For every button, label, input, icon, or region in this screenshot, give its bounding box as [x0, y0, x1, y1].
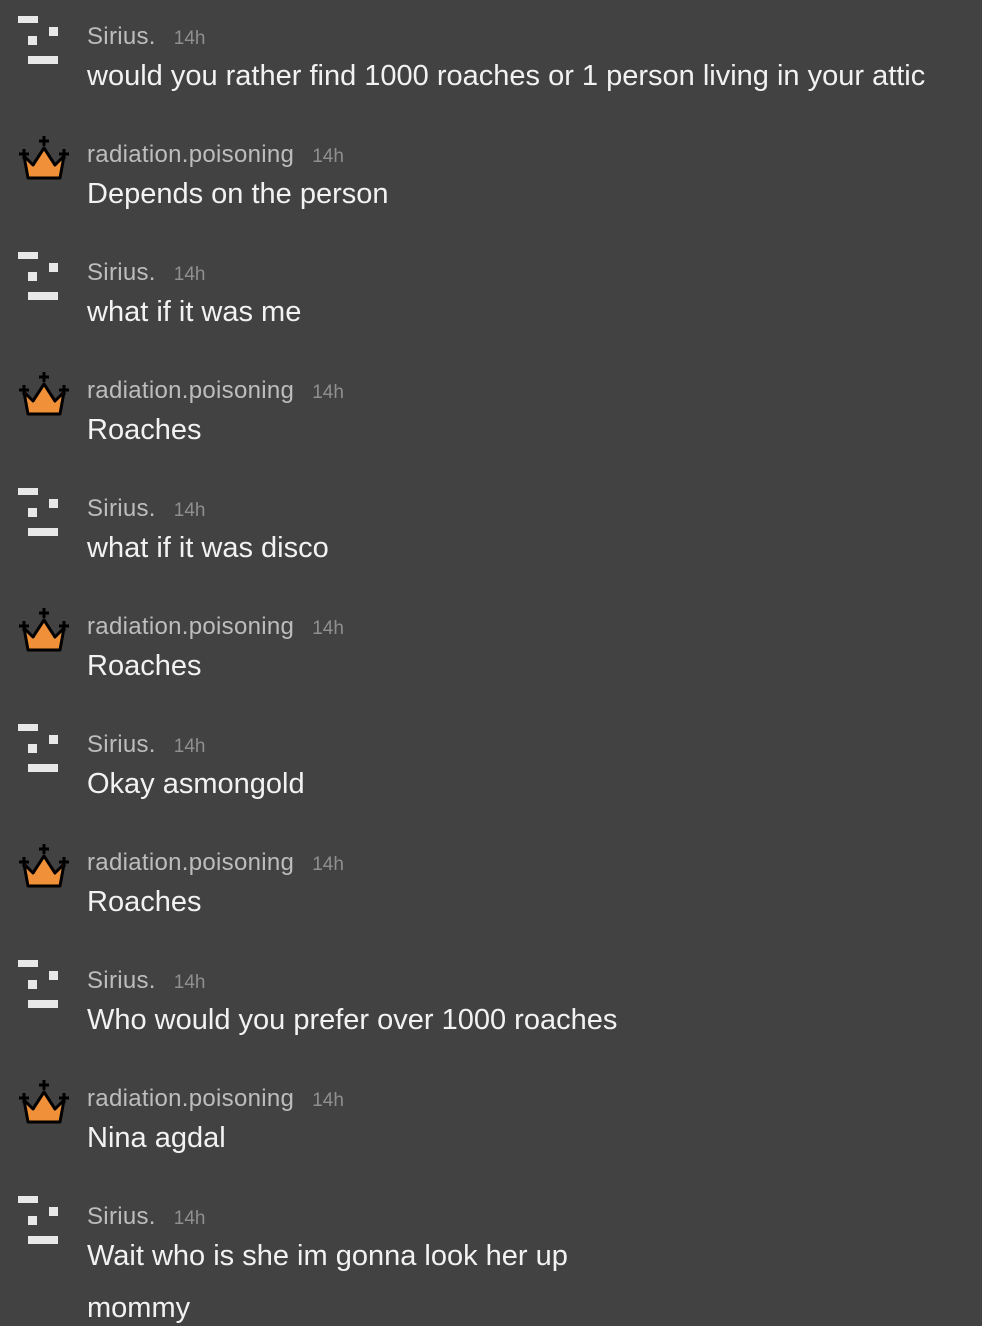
- message: Sirius. 14h Wait who is she im gonna look…: [0, 1180, 982, 1324]
- timestamp: 14h: [312, 854, 344, 875]
- message: Sirius. 14h Who would you prefer over 100…: [0, 944, 982, 1062]
- message: radiation.poisoning 14h Roaches: [0, 590, 982, 708]
- bars-icon[interactable]: [16, 486, 72, 542]
- message: Sirius. 14h would you rather find 1000 ro…: [0, 0, 982, 118]
- bars-icon[interactable]: [16, 250, 72, 306]
- timestamp: 14h: [312, 382, 344, 403]
- timestamp: 14h: [173, 972, 206, 993]
- message-text: Roaches: [87, 886, 202, 918]
- message-text: Roaches: [87, 414, 202, 446]
- username[interactable]: radiation.poisoning: [87, 377, 294, 404]
- timestamp: 14h: [312, 618, 344, 639]
- message: radiation.poisoning 14h Nina agdal: [0, 1062, 982, 1180]
- bars-icon[interactable]: [16, 14, 72, 70]
- message-text: Wait who is she im gonna look her up: [87, 1240, 568, 1272]
- message-text: would you rather find 1000 roaches or 1 …: [87, 60, 926, 92]
- message: Sirius. 14h Okay asmongold: [0, 708, 982, 826]
- username[interactable]: Sirius.: [87, 495, 156, 522]
- username[interactable]: Sirius.: [87, 967, 156, 994]
- message: radiation.poisoning 14h Roaches: [0, 826, 982, 944]
- message-text: Who would you prefer over 1000 roaches: [87, 1004, 618, 1036]
- message-text: Depends on the person: [87, 178, 389, 210]
- username[interactable]: Sirius.: [87, 259, 156, 286]
- message-text: what if it was me: [87, 296, 302, 328]
- timestamp: 14h: [312, 146, 344, 167]
- crown-icon[interactable]: [16, 132, 72, 188]
- username[interactable]: Sirius.: [87, 1203, 156, 1230]
- timestamp: 14h: [173, 500, 206, 521]
- timestamp: 14h: [173, 28, 206, 49]
- username[interactable]: radiation.poisoning: [87, 141, 294, 168]
- message: Sirius. 14h what if it was me: [0, 236, 982, 354]
- bars-icon[interactable]: [16, 722, 72, 778]
- username[interactable]: Sirius.: [87, 731, 156, 758]
- message: radiation.poisoning 14h Roaches: [0, 354, 982, 472]
- timestamp: 14h: [173, 736, 206, 757]
- message-text: Nina agdal: [87, 1122, 226, 1154]
- message: radiation.poisoning 14h Depends on the pe…: [0, 118, 982, 236]
- timestamp: 14h: [173, 1208, 206, 1229]
- username[interactable]: Sirius.: [87, 23, 156, 50]
- bars-icon[interactable]: [16, 1194, 72, 1250]
- username[interactable]: radiation.poisoning: [87, 849, 294, 876]
- message-text-continued: mommy: [87, 1292, 191, 1324]
- message: Sirius. 14h what if it was disco: [0, 472, 982, 590]
- username[interactable]: radiation.poisoning: [87, 1085, 294, 1112]
- timestamp: 14h: [312, 1090, 344, 1111]
- crown-icon[interactable]: [16, 368, 72, 424]
- message-text: Roaches: [87, 650, 202, 682]
- message-text: what if it was disco: [87, 532, 329, 564]
- crown-icon[interactable]: [16, 1076, 72, 1132]
- crown-icon[interactable]: [16, 840, 72, 896]
- bars-icon[interactable]: [16, 958, 72, 1014]
- crown-icon[interactable]: [16, 604, 72, 660]
- message-text: Okay asmongold: [87, 768, 305, 800]
- timestamp: 14h: [173, 264, 206, 285]
- username[interactable]: radiation.poisoning: [87, 613, 294, 640]
- chat-log: Sirius. 14h would you rather find 1000 ro…: [0, 0, 982, 1324]
